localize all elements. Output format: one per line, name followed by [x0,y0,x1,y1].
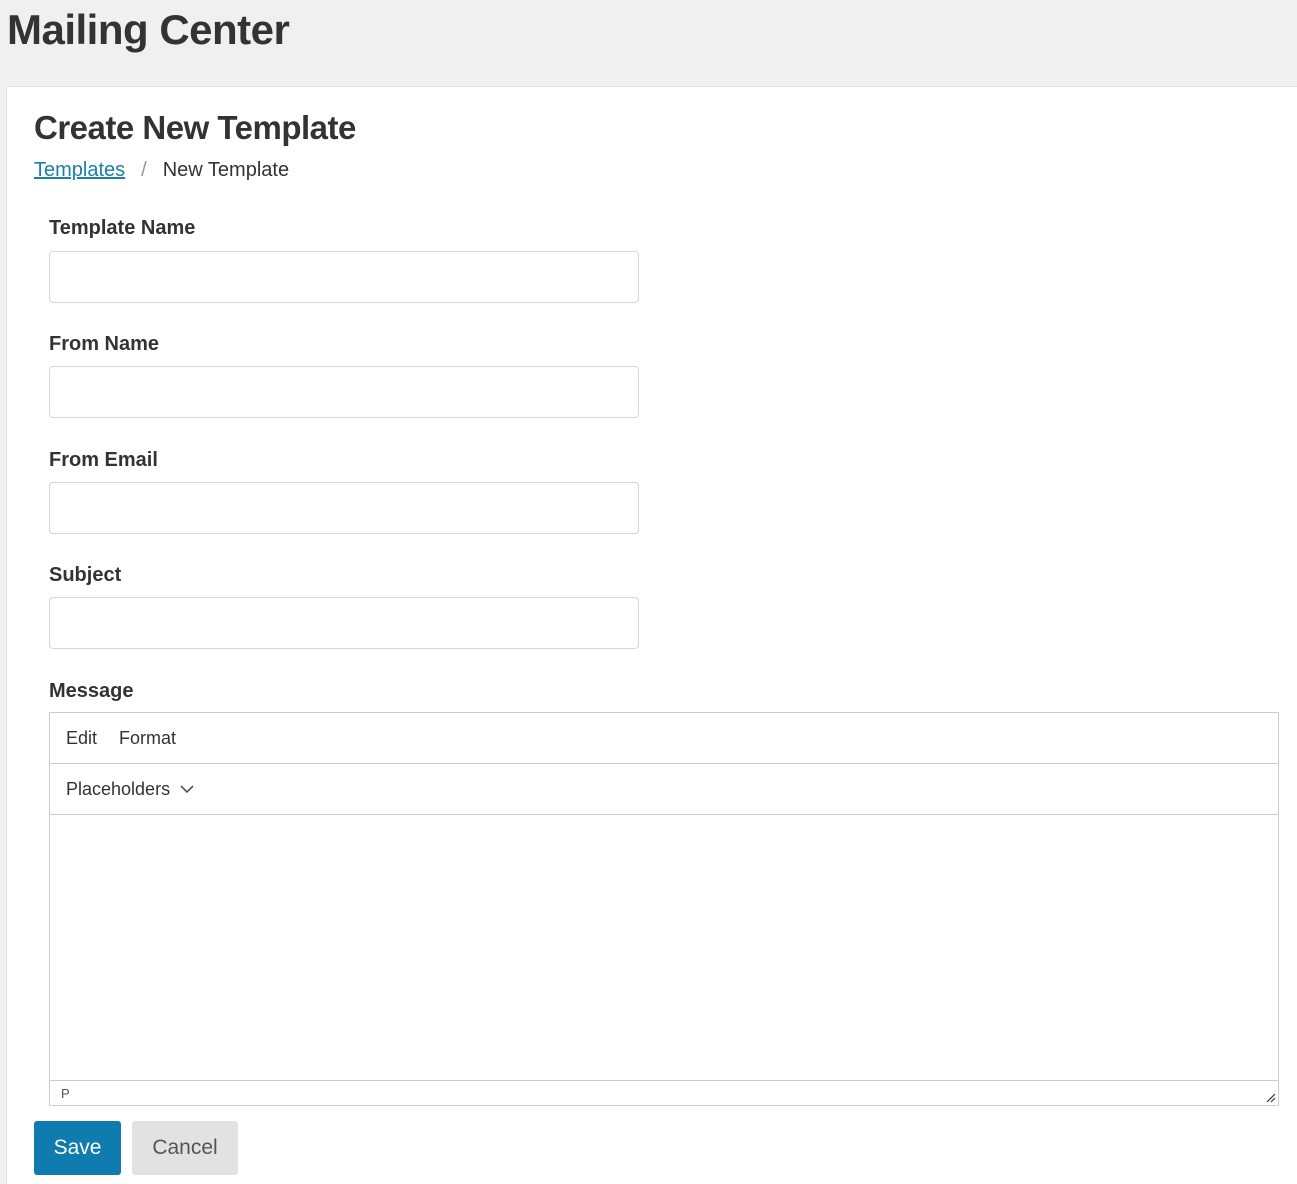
editor-statusbar: P [50,1081,1278,1105]
from-email-input[interactable] [49,482,639,534]
editor-content-area[interactable] [50,815,1278,1081]
message-editor: Edit Format Placeholders P [49,712,1279,1106]
element-path[interactable]: P [61,1086,70,1101]
top-header: Mailing Center [0,0,1297,86]
subject-input[interactable] [49,597,639,649]
subject-label: Subject [49,564,122,586]
editor-toolbar: Placeholders [50,764,1278,815]
from-name-label: From Name [49,333,160,355]
chevron-down-icon [180,785,194,794]
breadcrumb: Templates / New Template [34,159,289,182]
main-panel: Create New Template Templates / New Temp… [6,86,1297,1184]
menu-edit[interactable]: Edit [66,728,97,749]
breadcrumb-link-templates[interactable]: Templates [34,159,125,182]
breadcrumb-separator: / [141,159,147,181]
save-button[interactable]: Save [34,1121,121,1175]
app-title: Mailing Center [7,6,290,53]
message-label: Message [49,680,134,702]
resize-handle-icon[interactable] [1264,1091,1276,1103]
cancel-button[interactable]: Cancel [132,1121,238,1175]
menu-format[interactable]: Format [119,728,176,749]
page-title: Create New Template [34,109,356,146]
template-name-input[interactable] [49,251,639,303]
placeholders-label: Placeholders [66,778,171,799]
from-name-input[interactable] [49,366,639,418]
editor-menubar: Edit Format [50,713,1278,764]
placeholders-dropdown[interactable]: Placeholders [66,779,194,800]
template-name-label: Template Name [49,217,196,239]
from-email-label: From Email [49,449,158,471]
breadcrumb-current: New Template [162,159,290,181]
